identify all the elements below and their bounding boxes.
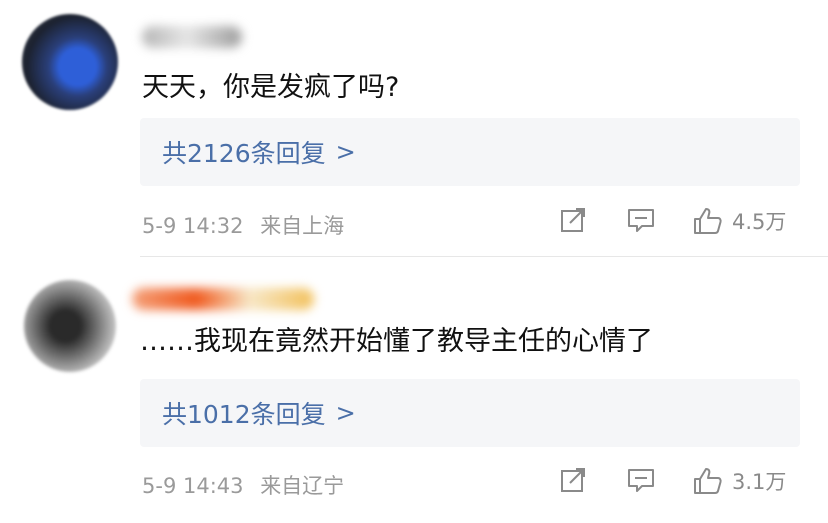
comment-item: 天天，你是发疯了吗? 共2126条回复 > 5-9 14:32 来自上海 4.5… bbox=[0, 0, 828, 258]
comment-item: ……我现在竟然开始懂了教导主任的心情了 共1012条回复 > 5-9 14:43… bbox=[0, 258, 828, 523]
like-icon bbox=[694, 468, 722, 494]
like-button[interactable]: 4.5万 bbox=[692, 205, 786, 237]
share-icon bbox=[561, 208, 585, 232]
like-icon bbox=[694, 208, 722, 234]
avatar[interactable] bbox=[22, 14, 118, 110]
comment-button[interactable] bbox=[626, 465, 656, 495]
comment-date: 5-9 14:32 bbox=[142, 214, 244, 238]
comment-location: 来自上海 bbox=[260, 214, 345, 238]
comment-location: 来自辽宁 bbox=[260, 474, 345, 498]
comment-button[interactable] bbox=[626, 205, 656, 235]
chevron-right-icon: > bbox=[335, 138, 356, 166]
avatar[interactable] bbox=[24, 280, 116, 372]
comment-text: ……我现在竟然开始懂了教导主任的心情了 bbox=[140, 326, 653, 357]
username-blurred[interactable] bbox=[142, 26, 242, 48]
comment-icon bbox=[628, 469, 654, 492]
divider bbox=[140, 256, 828, 257]
chevron-right-icon: > bbox=[335, 399, 356, 427]
username-blurred[interactable] bbox=[132, 288, 314, 310]
comment-meta: 5-9 14:43 来自辽宁 bbox=[142, 470, 344, 500]
share-icon bbox=[561, 468, 585, 492]
view-replies-button[interactable]: 共2126条回复 > bbox=[140, 118, 800, 186]
replies-count-label: 共1012条回复 bbox=[162, 400, 326, 429]
replies-count-label: 共2126条回复 bbox=[162, 139, 326, 168]
comment-meta: 5-9 14:32 来自上海 bbox=[142, 210, 344, 240]
like-button[interactable]: 3.1万 bbox=[692, 465, 786, 497]
share-button[interactable] bbox=[558, 465, 588, 495]
comment-date: 5-9 14:43 bbox=[142, 474, 244, 498]
share-button[interactable] bbox=[558, 205, 588, 235]
comment-text: 天天，你是发疯了吗? bbox=[142, 72, 400, 103]
like-count: 3.1万 bbox=[732, 470, 787, 494]
view-replies-button[interactable]: 共1012条回复 > bbox=[140, 379, 800, 447]
like-count: 4.5万 bbox=[732, 210, 787, 234]
comment-icon bbox=[628, 209, 654, 232]
